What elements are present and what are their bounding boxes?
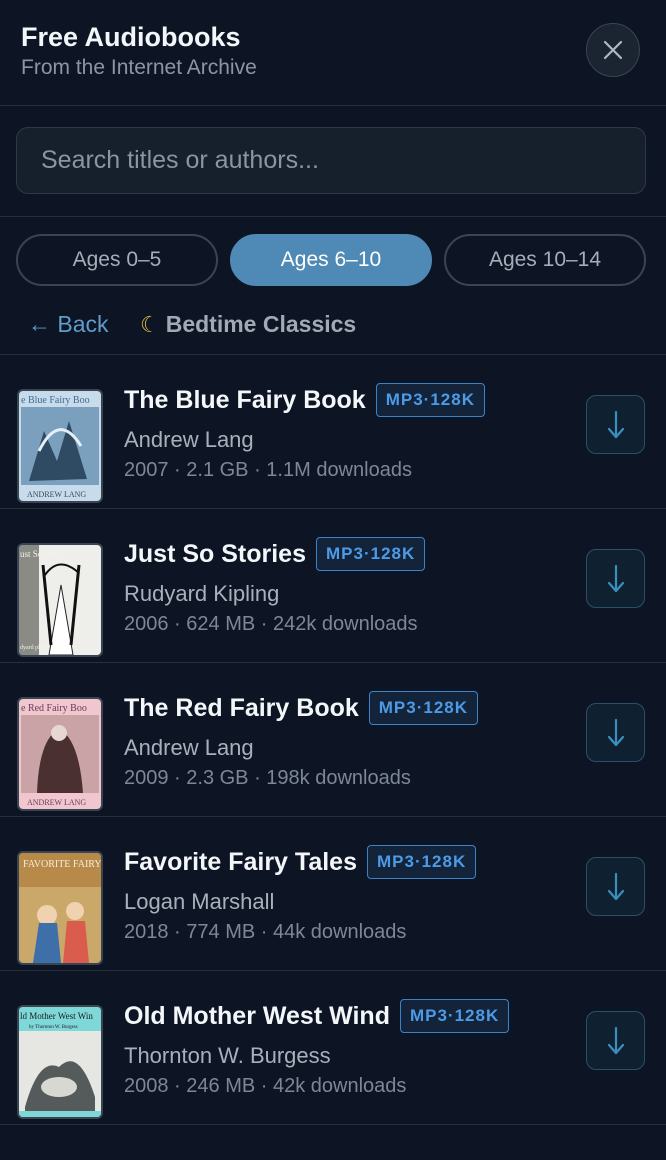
close-button[interactable] bbox=[586, 23, 640, 77]
search-section bbox=[0, 106, 666, 217]
moon-icon: ☾ bbox=[140, 311, 160, 337]
cover-author-text: ANDREW LANG bbox=[27, 490, 86, 499]
list-item[interactable]: e Blue Fairy Boo ANDREW LANG The Blue Fa… bbox=[0, 355, 666, 509]
download-button[interactable] bbox=[586, 549, 645, 608]
format-badge: MP3·128K bbox=[366, 845, 477, 879]
format-badge: MP3·128K bbox=[375, 383, 485, 417]
book-author: Logan Marshall bbox=[124, 889, 275, 914]
download-button[interactable] bbox=[586, 703, 645, 762]
book-title: The Red Fairy Book bbox=[124, 693, 359, 722]
cover-title-text: e Blue Fairy Boo bbox=[21, 395, 90, 406]
book-title: Old Mother West Wind bbox=[124, 1001, 390, 1030]
close-icon bbox=[603, 40, 623, 60]
book-cover: ld Mother West Win by Thornton W. Burges… bbox=[17, 1005, 103, 1119]
cover-author-text: by Thornton W. Burgess bbox=[29, 1025, 78, 1030]
download-arrow-icon bbox=[607, 410, 624, 438]
book-author: Rudyard Kipling bbox=[124, 581, 280, 606]
download-arrow-icon bbox=[607, 872, 624, 900]
book-meta: 2007 · 2.1 GB · 1.1M downloads bbox=[124, 459, 412, 481]
book-title: The Blue Fairy Book bbox=[124, 385, 366, 414]
format-badge: MP3·128K bbox=[368, 691, 479, 725]
back-link[interactable]: ← Back bbox=[28, 311, 109, 338]
list-item[interactable]: e Red Fairy Boo ANDREW LANG The Red Fair… bbox=[0, 663, 666, 817]
book-title: Favorite Fairy Tales bbox=[124, 847, 357, 876]
page-subtitle: From the Internet Archive bbox=[21, 56, 257, 79]
book-meta: 2018 · 774 MB · 44k downloads bbox=[124, 921, 407, 943]
cover-author-text: ANDREW LANG bbox=[27, 798, 86, 807]
list-item[interactable]: ld Mother West Win by Thornton W. Burges… bbox=[0, 971, 666, 1125]
search-input[interactable] bbox=[39, 145, 623, 176]
book-meta: 2008 · 246 MB · 42k downloads bbox=[124, 1075, 407, 1097]
book-title: Just So Stories bbox=[124, 539, 306, 568]
chip-ages-10-14[interactable]: Ages 10–14 bbox=[444, 234, 646, 286]
book-author: Andrew Lang bbox=[124, 735, 254, 760]
collection-label: Bedtime Classics bbox=[165, 311, 357, 337]
book-cover: e Red Fairy Boo ANDREW LANG bbox=[17, 697, 103, 811]
filter-section: Ages 0–5 Ages 6–10 Ages 10–14 ← Back ☾ B… bbox=[0, 217, 666, 355]
download-arrow-icon bbox=[607, 718, 624, 746]
format-badge: MP3·128K bbox=[399, 999, 510, 1033]
book-cover: ust So ories dyard pling bbox=[17, 543, 103, 657]
download-button[interactable] bbox=[586, 857, 645, 916]
book-author: Thornton W. Burgess bbox=[124, 1043, 331, 1068]
download-button[interactable] bbox=[586, 1011, 645, 1070]
book-author: Andrew Lang bbox=[124, 427, 254, 452]
book-cover: e Blue Fairy Boo ANDREW LANG bbox=[17, 389, 103, 503]
list-item[interactable]: FAVORITE FAIRY TALES Favorite Fairy Tale… bbox=[0, 817, 666, 971]
collection-breadcrumb: ☾ Bedtime Classics bbox=[140, 311, 356, 338]
page-title: Free Audiobooks bbox=[21, 22, 241, 52]
app-header: Free Audiobooks From the Internet Archiv… bbox=[0, 0, 666, 106]
cover-author-text: dyard pling bbox=[20, 645, 48, 651]
cover-title-text: FAVORITE FAIRY TALES bbox=[23, 859, 101, 870]
chip-ages-0-5[interactable]: Ages 0–5 bbox=[16, 234, 218, 286]
list-item[interactable]: ust So ories dyard pling Just So Stories… bbox=[0, 509, 666, 663]
cover-title-text: ust So ories bbox=[20, 549, 63, 559]
search-box[interactable] bbox=[16, 127, 646, 194]
chip-ages-6-10[interactable]: Ages 6–10 bbox=[230, 234, 432, 286]
download-button[interactable] bbox=[586, 395, 645, 454]
download-arrow-icon bbox=[607, 1026, 624, 1054]
download-arrow-icon bbox=[607, 564, 624, 592]
book-meta: 2006 · 624 MB · 242k downloads bbox=[124, 613, 418, 635]
book-cover: FAVORITE FAIRY TALES bbox=[17, 851, 103, 965]
cover-title-text: ld Mother West Win bbox=[20, 1011, 93, 1021]
format-badge: MP3·128K bbox=[316, 537, 426, 571]
book-meta: 2009 · 2.3 GB · 198k downloads bbox=[124, 767, 411, 789]
cover-title-text: e Red Fairy Boo bbox=[21, 703, 87, 714]
